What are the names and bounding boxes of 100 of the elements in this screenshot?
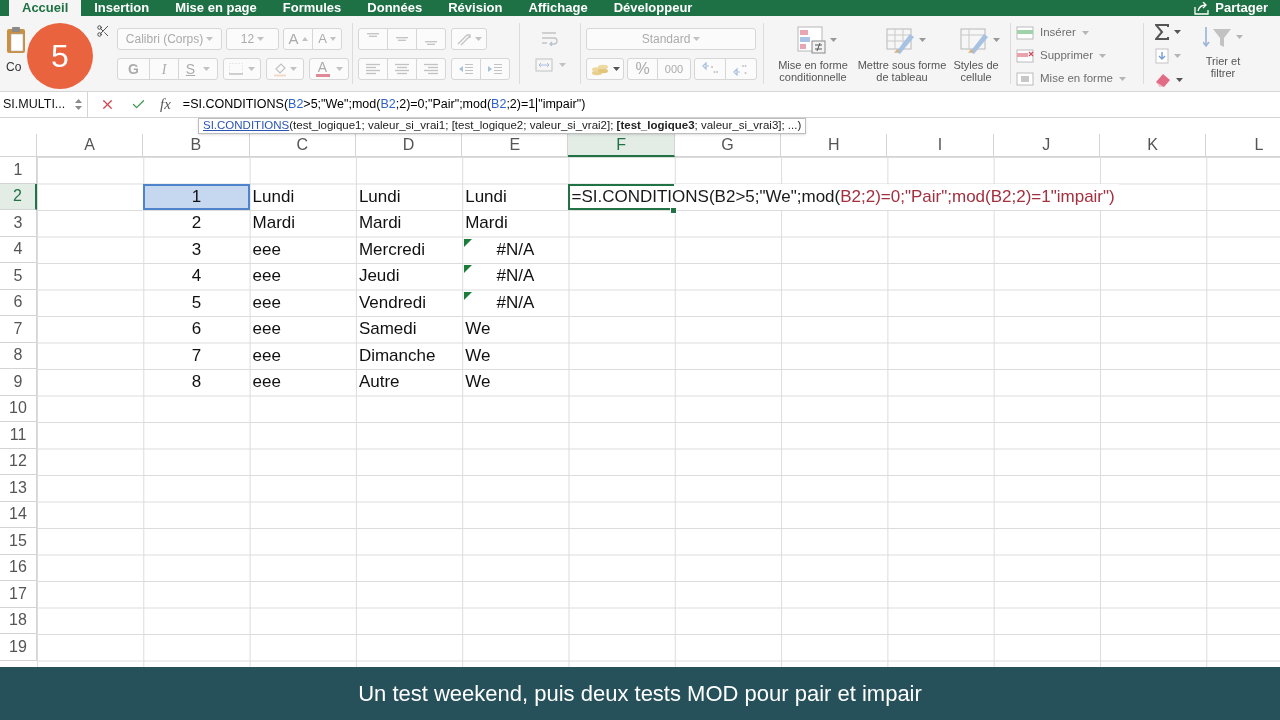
formula-input[interactable]: =SI.CONDITIONS(B2>5;"We";mod(B2;2)=0;"Pair";mod(B2;2)=1 "impair") (182, 95, 586, 114)
delete-button[interactable]: Supprimer (1016, 47, 1138, 64)
caret-icon (257, 37, 265, 41)
share-button[interactable]: Partager (1194, 0, 1280, 16)
error-indicator-icon (464, 238, 473, 247)
indent-decrease-icon (458, 63, 474, 75)
cell-text: 3 (191, 238, 202, 261)
cell-styles-icon (960, 26, 990, 54)
clipboard-icon (6, 26, 26, 54)
ribbon-tab[interactable]: Données (354, 0, 436, 16)
cell-text: Lundi (252, 185, 295, 208)
sum-icon (1155, 24, 1169, 40)
caret-icon (612, 67, 620, 71)
cell-text: #N/A (496, 238, 535, 261)
cell-text: 1 (191, 185, 202, 208)
cell-text: Mercredi (358, 238, 425, 261)
border-icon (229, 63, 243, 75)
format-cells-icon (1016, 71, 1034, 86)
caret-icon (1081, 30, 1089, 35)
video-caption: Un test weekend, puis deux tests MOD pour pair et impair (358, 680, 922, 708)
cell-text: We (465, 344, 491, 367)
cell-text: 7 (191, 344, 202, 367)
function-arguments: (test_logique1; valeur_si_vrai1; [test_logique2; valeur_si_vrai2]; [test_logique3; valeur_si_vrai3]; ...) (289, 118, 802, 134)
color-bar-icon (315, 74, 330, 77)
ribbon-tab[interactable]: Révision (435, 0, 516, 16)
sort-filter-button[interactable]: Trier et filtrer (1195, 23, 1251, 91)
caret-icon (830, 38, 837, 42)
referenced-cell[interactable]: 1 (143, 183, 250, 210)
format-as-table-icon (886, 26, 916, 54)
row-header[interactable]: 2 (0, 183, 37, 210)
cell-text: eee (252, 344, 281, 367)
clear-button[interactable] (1155, 71, 1183, 89)
indent-increase-icon (487, 63, 503, 75)
caret-icon (1174, 30, 1181, 34)
cell-text: eee (252, 371, 281, 394)
ribbon-tab[interactable]: Développeur (600, 0, 706, 16)
wrap-text-icon (540, 30, 560, 46)
format-as-table-button[interactable]: Mettre sous forme de tableau (857, 26, 947, 91)
cell-text: 8 (191, 371, 202, 394)
name-box[interactable]: SI.MULTI... (0, 92, 88, 117)
stepper-arrows-icon (75, 98, 82, 111)
triangle-down-icon (329, 37, 336, 41)
cell-text: 6 (191, 318, 202, 341)
caret-icon (1236, 35, 1243, 39)
conditional-formatting-icon (797, 26, 827, 54)
cell-text: Lundi (358, 185, 401, 208)
active-cell[interactable]: =SI.CONDITIONS(B2>5;"We";mod(B2;2)=0;"Pair";mod(B2;2)=1"impair") (568, 183, 1119, 210)
align-top-icon (367, 33, 379, 37)
caret-icon (206, 37, 214, 41)
error-indicator-icon (464, 291, 473, 300)
cell-text: 5 (191, 291, 202, 314)
caret-icon (203, 67, 211, 71)
eraser-icon (1155, 73, 1171, 87)
cancel-icon[interactable] (100, 97, 115, 112)
conditional-formatting-button[interactable]: Mise en forme conditionnelle (769, 26, 857, 91)
cell-text: eee (252, 265, 281, 288)
error-indicator-icon (464, 265, 473, 273)
cell-text: Lundi (465, 185, 507, 208)
select-all-corner[interactable] (0, 134, 37, 157)
coins-icon (590, 62, 609, 76)
cell-text: Mardi (358, 212, 402, 235)
align-center-icon (394, 63, 410, 75)
scissors-icon[interactable] (96, 24, 110, 38)
ribbon-tab[interactable]: Mise en page (162, 0, 270, 16)
increase-decimal-icon (702, 62, 718, 76)
format-button[interactable]: Mise en forme (1016, 70, 1138, 87)
align-bottom-icon (425, 41, 437, 45)
column-header[interactable]: F (568, 134, 675, 157)
caret-icon (1099, 53, 1107, 58)
paste-button[interactable]: Co (6, 26, 28, 74)
ribbon-tab[interactable]: Formules (269, 0, 355, 16)
triangle-up-icon (301, 37, 308, 41)
caret-icon (1118, 76, 1126, 81)
align-left-icon (365, 63, 381, 75)
cell-text: Jeudi (358, 265, 400, 288)
cell-text: Dimanche (358, 344, 436, 367)
cell-text: Autre (358, 371, 400, 394)
insert-button[interactable]: Insérer (1016, 24, 1138, 41)
cell-text: eee (252, 238, 281, 261)
caret-icon (335, 67, 343, 71)
insert-function-button[interactable]: fx (160, 93, 171, 116)
ribbon-tab[interactable]: Affichage (515, 0, 601, 16)
paint-bucket-icon (273, 61, 287, 77)
caret-icon (993, 38, 1000, 42)
autosum-button[interactable] (1155, 23, 1183, 41)
caret-icon (919, 38, 926, 42)
cell-text: #N/A (496, 265, 535, 288)
insert-cells-icon (1016, 25, 1034, 40)
cell-text: We (465, 371, 491, 394)
cell-styles-button[interactable]: Styles de cellule (947, 26, 1005, 91)
caret-icon (693, 37, 701, 41)
ribbon-tab[interactable]: Accueil (9, 0, 82, 16)
function-link[interactable]: SI.CONDITIONS (203, 117, 290, 135)
ribbon-tab[interactable]: Insertion (81, 0, 163, 16)
caret-icon (1174, 54, 1181, 58)
align-right-icon (423, 63, 439, 75)
fill-button[interactable] (1155, 47, 1183, 65)
cell-text: 4 (191, 265, 202, 288)
decrease-decimal-icon (733, 62, 749, 76)
cell-text: Mardi (252, 212, 296, 235)
